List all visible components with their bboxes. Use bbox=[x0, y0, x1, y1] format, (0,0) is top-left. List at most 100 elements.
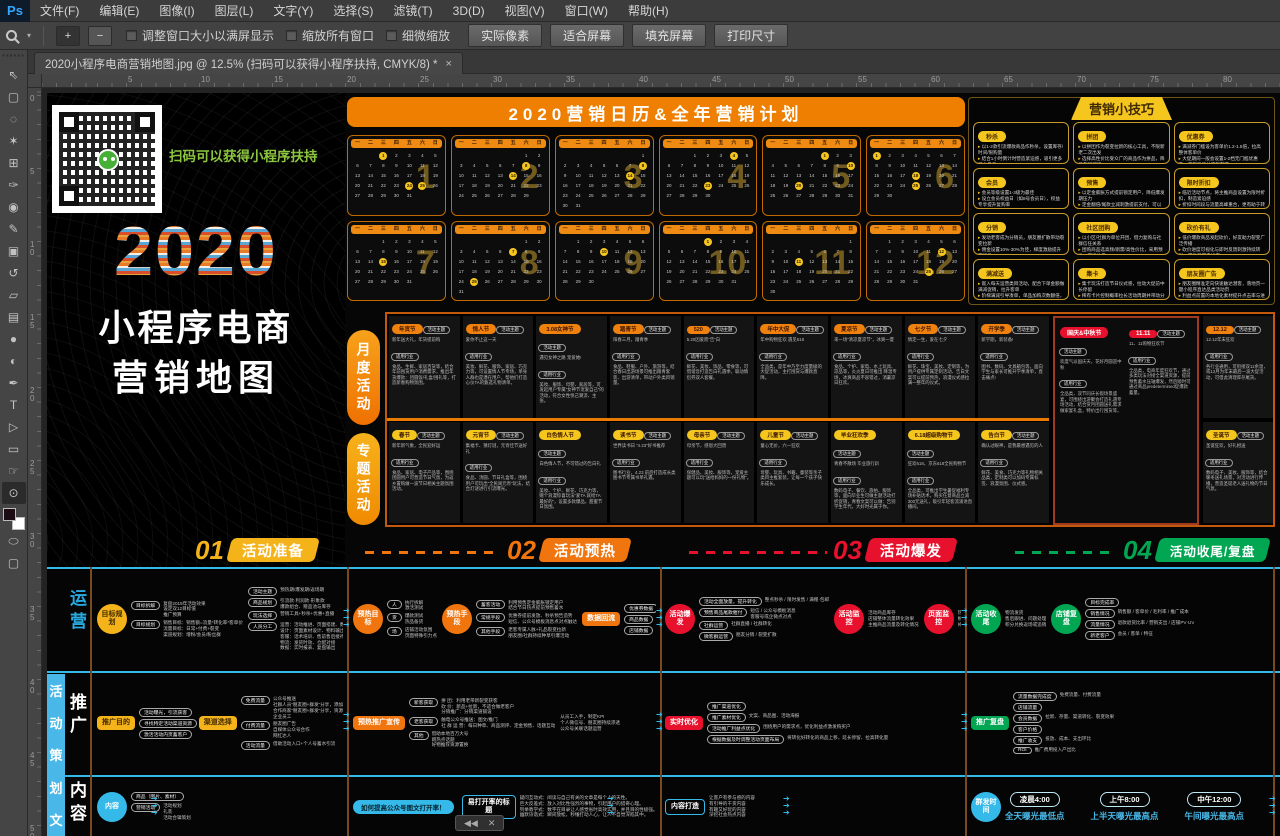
day-cell: 2 bbox=[831, 151, 844, 161]
flow-branch: 让客户有参与感的内容有引导的干货内容有趣又好玩的内容深挖社会热点内容 bbox=[709, 795, 755, 818]
flow-branch: 激活活动内页蓄客户 bbox=[139, 730, 194, 739]
brush-tool[interactable]: ✎ bbox=[2, 218, 26, 240]
move-tool[interactable]: ⇖ bbox=[2, 64, 26, 86]
day-cell: 14 bbox=[805, 171, 818, 181]
color-swatches[interactable] bbox=[3, 508, 25, 530]
shape-tool[interactable]: ▭ bbox=[2, 438, 26, 460]
checkbox-icon[interactable] bbox=[286, 30, 297, 41]
day-cell: 7 bbox=[948, 151, 961, 161]
screen-mode-icon[interactable]: ▢ bbox=[2, 552, 26, 574]
theme-tag: 活动主题 bbox=[1012, 326, 1040, 334]
hand-tool[interactable]: ☞ bbox=[2, 460, 26, 482]
zoom-in-button[interactable]: + bbox=[56, 26, 80, 46]
tip-line: 定金翻倍/尾款立减刺激提前支付，可以大大提升活动确定性 bbox=[1078, 202, 1164, 210]
day-cell: 23 bbox=[533, 267, 546, 277]
checkbox-icon[interactable] bbox=[386, 30, 397, 41]
checkbox-调整窗口大小以满屏显示[interactable]: 调整窗口大小以满屏显示 bbox=[126, 27, 274, 44]
document-tab[interactable]: 2020小程序电商营销地图.jpg @ 12.5% (扫码可以获得小程序扶持, … bbox=[34, 52, 463, 74]
day-cell: 16 bbox=[390, 171, 403, 181]
menu-窗口(W)[interactable]: 窗口(W) bbox=[555, 0, 618, 22]
rewind-icon[interactable]: ◀◀ bbox=[464, 818, 478, 829]
type-tool[interactable]: T bbox=[2, 394, 26, 416]
flow-group: 群发时间凌晨4:00全天曝光最低点上午8:00上半天曝光最高点中午12:00午间… bbox=[971, 792, 1269, 822]
checkbox-icon[interactable] bbox=[126, 30, 137, 41]
day-cell: 1 bbox=[377, 237, 390, 247]
phase-number-04: 04 bbox=[1123, 535, 1152, 566]
button-实际像素[interactable]: 实际像素 bbox=[468, 24, 542, 47]
day-cell: 10 bbox=[779, 257, 792, 267]
marquee-tool[interactable]: ▢ bbox=[2, 86, 26, 108]
day-cell: 1 bbox=[572, 237, 585, 247]
day-cell: 11 bbox=[585, 171, 598, 181]
foreground-color[interactable] bbox=[3, 508, 16, 521]
activity-pill: 踏青节 bbox=[613, 324, 644, 334]
checkbox-缩放所有窗口[interactable]: 缩放所有窗口 bbox=[286, 27, 374, 44]
path-select-tool[interactable]: ▷ bbox=[2, 416, 26, 438]
gradient-tool[interactable]: ▤ bbox=[2, 306, 26, 328]
eraser-tool[interactable]: ▱ bbox=[2, 284, 26, 306]
activity-pill: 年中大促 bbox=[760, 324, 796, 334]
industry-text: 食品、个护、家电、水上玩具、凉品等，炎炎夏日可推出 降温专场，冰爽商品不容错过，… bbox=[834, 364, 899, 386]
canvas-area[interactable]: 扫码可以获得小程序扶持 2020 小程序电商 营销地图 2020营销日历&全年营… bbox=[42, 88, 1280, 836]
healing-brush-tool[interactable]: ◉ bbox=[2, 196, 26, 218]
branch-line: 免费流量、付费流量 bbox=[1060, 692, 1101, 698]
button-适合屏幕[interactable]: 适合屏幕 bbox=[550, 24, 624, 47]
panel-grip[interactable]: ▪▪▪▪▪▪ bbox=[2, 52, 25, 60]
day-cell: 30 bbox=[533, 277, 546, 287]
activity-card-3.08女神节: 3.08女神节活动主题遇见女神之路 宠爱她!适用行业美妆、服饰、母婴、家居等，可… bbox=[536, 316, 607, 418]
ruler-mark: 0 bbox=[30, 95, 37, 103]
quick-mask-icon[interactable]: ⬭ bbox=[2, 530, 26, 552]
checkbox-细微缩放[interactable]: 细微缩放 bbox=[386, 27, 450, 44]
menu-文件(F)[interactable]: 文件(F) bbox=[30, 0, 89, 22]
menu-选择(S)[interactable]: 选择(S) bbox=[323, 0, 383, 22]
magic-wand-tool[interactable]: ✶ bbox=[2, 130, 26, 152]
menu-文字(Y)[interactable]: 文字(Y) bbox=[263, 0, 323, 22]
flow-group: 活动收尾物流发货售后跟进、问题处理积分兑换返场或追销 bbox=[971, 604, 1046, 634]
day-blank bbox=[585, 151, 598, 161]
branch-line: 数据：实时报表、复盘输出 bbox=[280, 645, 343, 651]
floating-control[interactable]: ◀◀ ✕ bbox=[455, 815, 504, 831]
branch-line: 文案、商品图、活动海报 bbox=[749, 713, 800, 719]
day-cell: 21 bbox=[675, 181, 688, 191]
flow-branches: 从员工入手，制定KPI个人微信号、朋友圈持续渗透公众号关联话题运营 bbox=[560, 714, 620, 731]
menu-滤镜(T)[interactable]: 滤镜(T) bbox=[383, 0, 442, 22]
day-cell: 21 bbox=[507, 181, 520, 191]
blur-tool[interactable]: ● bbox=[2, 328, 26, 350]
history-brush-tool[interactable]: ↺ bbox=[2, 262, 26, 284]
menu-3D(D)[interactable]: 3D(D) bbox=[443, 0, 495, 22]
dodge-tool[interactable]: ◐ bbox=[2, 350, 26, 372]
menu-视图(V)[interactable]: 视图(V) bbox=[495, 0, 555, 22]
calendar-weekday-row: 一二三四五六日 bbox=[663, 139, 754, 148]
day-cell: 14 bbox=[688, 257, 701, 267]
menu-帮助(H)[interactable]: 帮助(H) bbox=[618, 0, 679, 22]
day-cell: 3 bbox=[727, 237, 740, 247]
button-打印尺寸[interactable]: 打印尺寸 bbox=[714, 24, 788, 47]
flow-branches: 免费流量公众号推送社群人员“朋友圈+群发”分享，添加企微合作商家“朋友圈+群发”… bbox=[241, 696, 343, 750]
theme-tag: 活动主题 bbox=[791, 432, 819, 440]
chevron-down-icon[interactable]: ▾ bbox=[27, 31, 31, 40]
flow-branch: 推广收支投放、成本、支出环比 bbox=[1013, 736, 1114, 745]
flow-branches: 流量数据完成度免费流量、付费流量店铺流量会员数据拉新、存量、渠道转化、裂变效果客… bbox=[1013, 692, 1114, 754]
day-cell: 12 bbox=[429, 247, 442, 257]
vertical-ruler: 05101520253035404550 bbox=[28, 88, 42, 836]
flow-branches: 人执行拆解激活测试货爆款测试热品备货场店铺活动氛围页面特殊引力点 bbox=[387, 600, 437, 639]
menu-图像(I)[interactable]: 图像(I) bbox=[149, 0, 204, 22]
pen-tool[interactable]: ✒ bbox=[2, 372, 26, 394]
zoom-out-button[interactable]: − bbox=[88, 26, 112, 46]
close-tab-icon[interactable]: × bbox=[446, 58, 452, 70]
clone-stamp-tool[interactable]: ▣ bbox=[2, 240, 26, 262]
close-icon[interactable]: ✕ bbox=[488, 818, 496, 829]
eyedropper-tool[interactable]: ✑ bbox=[2, 174, 26, 196]
crop-tool[interactable]: ⊞ bbox=[2, 152, 26, 174]
activity-card-12.12: 12.12活动主题12.12年末狂欢适用行业各行业通用，可衔接双11余温，或12… bbox=[1203, 316, 1273, 418]
day-cell: 5 bbox=[805, 247, 818, 257]
button-填充屏幕[interactable]: 填充屏幕 bbox=[632, 24, 706, 47]
day-cell: 12 bbox=[922, 161, 935, 171]
flow-node: 预热推广宣传 bbox=[353, 716, 405, 730]
menu-图层(L)[interactable]: 图层(L) bbox=[205, 0, 264, 22]
menu-编辑(E)[interactable]: 编辑(E) bbox=[89, 0, 149, 22]
day-cell: 30 bbox=[390, 191, 403, 201]
theme-text: 11、11购物狂欢节 bbox=[1129, 341, 1192, 347]
zoom-tool[interactable]: ⊙ bbox=[2, 482, 26, 504]
lasso-tool[interactable]: ◌ bbox=[2, 108, 26, 130]
